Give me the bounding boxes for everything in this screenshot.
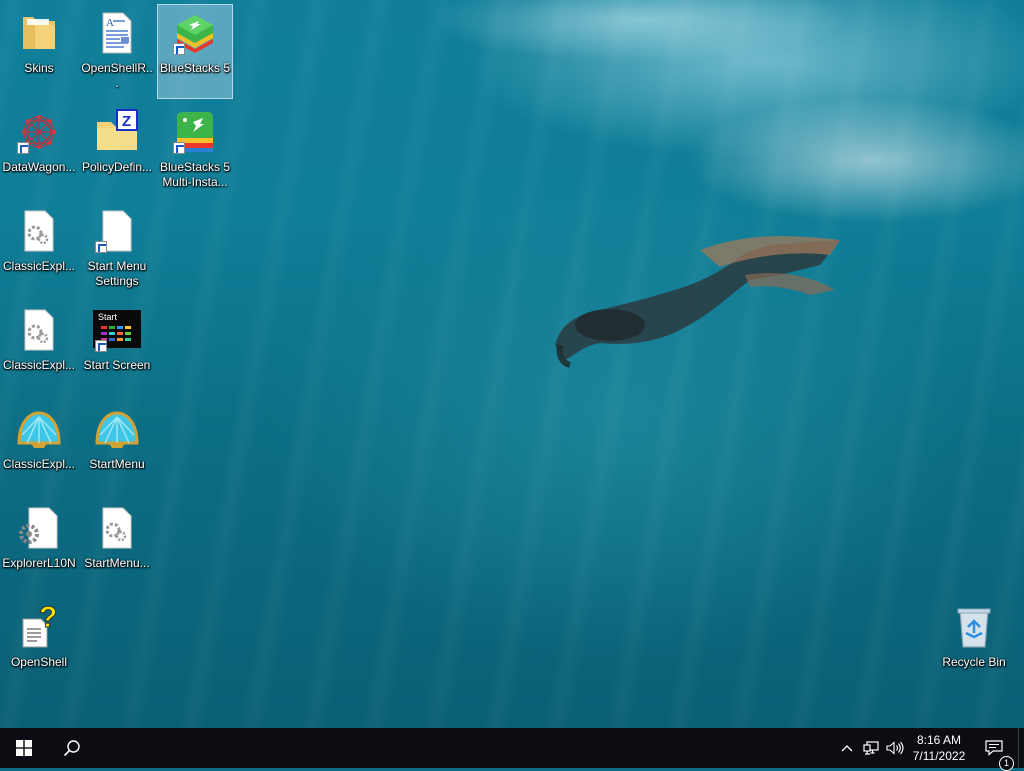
icon-label: BlueStacks 5 bbox=[159, 61, 231, 75]
desktop-icon-skins[interactable]: Skins bbox=[1, 4, 77, 99]
start-button[interactable] bbox=[0, 728, 48, 768]
notification-count-badge: 1 bbox=[999, 756, 1014, 771]
desktop[interactable]: Skins DataWagon... ClassicExpl... Classi… bbox=[0, 0, 1024, 728]
icon-label: ExplorerL10N bbox=[2, 556, 76, 570]
shortcut-arrow-icon bbox=[173, 43, 185, 55]
desktop-icon-bluestacks5[interactable]: BlueStacks 5 bbox=[157, 4, 233, 99]
desktop-icon-explorerl10n[interactable]: ExplorerL10N bbox=[1, 499, 77, 594]
desktop-icon-classicexpl-1[interactable]: ClassicExpl... bbox=[1, 202, 77, 297]
settings-file-icon bbox=[15, 504, 63, 552]
icon-label: PolicyDefin... bbox=[81, 160, 153, 174]
shortcut-arrow-icon bbox=[95, 241, 107, 253]
taskbar: 8:16 AM 7/11/2022 1 bbox=[0, 728, 1024, 771]
recycle-bin-icon bbox=[950, 603, 998, 651]
desktop-icon-recycle-bin[interactable]: Recycle Bin bbox=[936, 598, 1012, 693]
icon-label: OpenShellR... bbox=[81, 61, 153, 90]
wallpaper-diver bbox=[555, 236, 840, 368]
desktop-icon-bluestacks-multi-instance[interactable]: BlueStacks 5 Multi-Insta... bbox=[157, 103, 233, 198]
show-hidden-icons-button[interactable] bbox=[838, 728, 856, 768]
desktop-icon-policydefinitions[interactable]: Z PolicyDefin... bbox=[79, 103, 155, 198]
icon-label: StartMenu bbox=[89, 457, 145, 471]
settings-file-icon bbox=[15, 306, 63, 354]
icon-label: ClassicExpl... bbox=[2, 358, 76, 372]
shortcut-arrow-icon bbox=[17, 142, 29, 154]
desktop-icon-datawagon[interactable]: DataWagon... bbox=[1, 103, 77, 198]
blank-file-icon bbox=[93, 207, 141, 255]
shortcut-arrow-icon bbox=[173, 142, 185, 154]
shell-icon bbox=[93, 405, 141, 453]
folder-icon bbox=[15, 9, 63, 57]
clock-date: 7/11/2022 bbox=[912, 749, 966, 763]
action-center-icon bbox=[985, 740, 1003, 756]
show-desktop-button[interactable] bbox=[1018, 728, 1024, 768]
network-icon bbox=[863, 741, 879, 755]
bluestacks-multi-instance-icon bbox=[171, 108, 219, 156]
network-graph-icon bbox=[15, 108, 63, 156]
icon-label: Start Screen bbox=[83, 358, 151, 372]
settings-file-icon bbox=[93, 504, 141, 552]
desktop-icon-start-menu-settings[interactable]: Start Menu Settings bbox=[79, 202, 155, 297]
desktop-icon-startmenu-file[interactable]: StartMenu... bbox=[79, 499, 155, 594]
clock-time: 8:16 AM bbox=[916, 733, 962, 747]
network-button[interactable] bbox=[860, 728, 882, 768]
icon-label: DataWagon... bbox=[2, 160, 76, 174]
action-center-button[interactable]: 1 bbox=[980, 728, 1014, 771]
icon-label: BlueStacks 5 Multi-Insta... bbox=[159, 160, 231, 189]
zipped-folder-icon: Z bbox=[93, 108, 141, 156]
windows-logo-icon bbox=[16, 740, 32, 756]
desktop-icon-classicexpl-3[interactable]: ClassicExpl... bbox=[1, 400, 77, 495]
desktop-icon-start-screen[interactable]: Start Start Screen bbox=[79, 301, 155, 396]
icon-label: Recycle Bin bbox=[942, 655, 1006, 669]
icon-label: OpenShell bbox=[10, 655, 68, 669]
shell-icon bbox=[15, 405, 63, 453]
desktop-icon-openshell[interactable]: ? OpenShell bbox=[1, 598, 77, 693]
clock[interactable]: 8:16 AM 7/11/2022 bbox=[900, 728, 978, 768]
icon-label: Start Menu Settings bbox=[87, 259, 147, 288]
svg-text:?: ? bbox=[39, 603, 57, 634]
bluestacks-icon bbox=[171, 9, 219, 57]
svg-text:A: A bbox=[106, 17, 114, 29]
document-icon: A bbox=[93, 9, 141, 57]
icon-label: ClassicExpl... bbox=[2, 457, 76, 471]
search-button[interactable] bbox=[48, 728, 96, 768]
search-icon bbox=[63, 740, 80, 757]
icon-label: ClassicExpl... bbox=[2, 259, 76, 273]
desktop-icon-startmenu[interactable]: StartMenu bbox=[79, 400, 155, 495]
start-screen-thumb-text: Start bbox=[98, 312, 118, 322]
start-screen-icon: Start bbox=[93, 306, 141, 354]
shortcut-arrow-icon bbox=[95, 340, 107, 352]
chevron-up-icon bbox=[841, 745, 853, 752]
desktop-icon-classicexpl-2[interactable]: ClassicExpl... bbox=[1, 301, 77, 396]
icon-label: StartMenu... bbox=[84, 556, 150, 570]
settings-file-icon bbox=[15, 207, 63, 255]
icon-label: Skins bbox=[24, 61, 54, 75]
svg-text:Z: Z bbox=[122, 113, 131, 130]
desktop-icon-openshellreadme[interactable]: A OpenShellR... bbox=[79, 4, 155, 99]
help-file-icon: ? bbox=[15, 603, 63, 651]
